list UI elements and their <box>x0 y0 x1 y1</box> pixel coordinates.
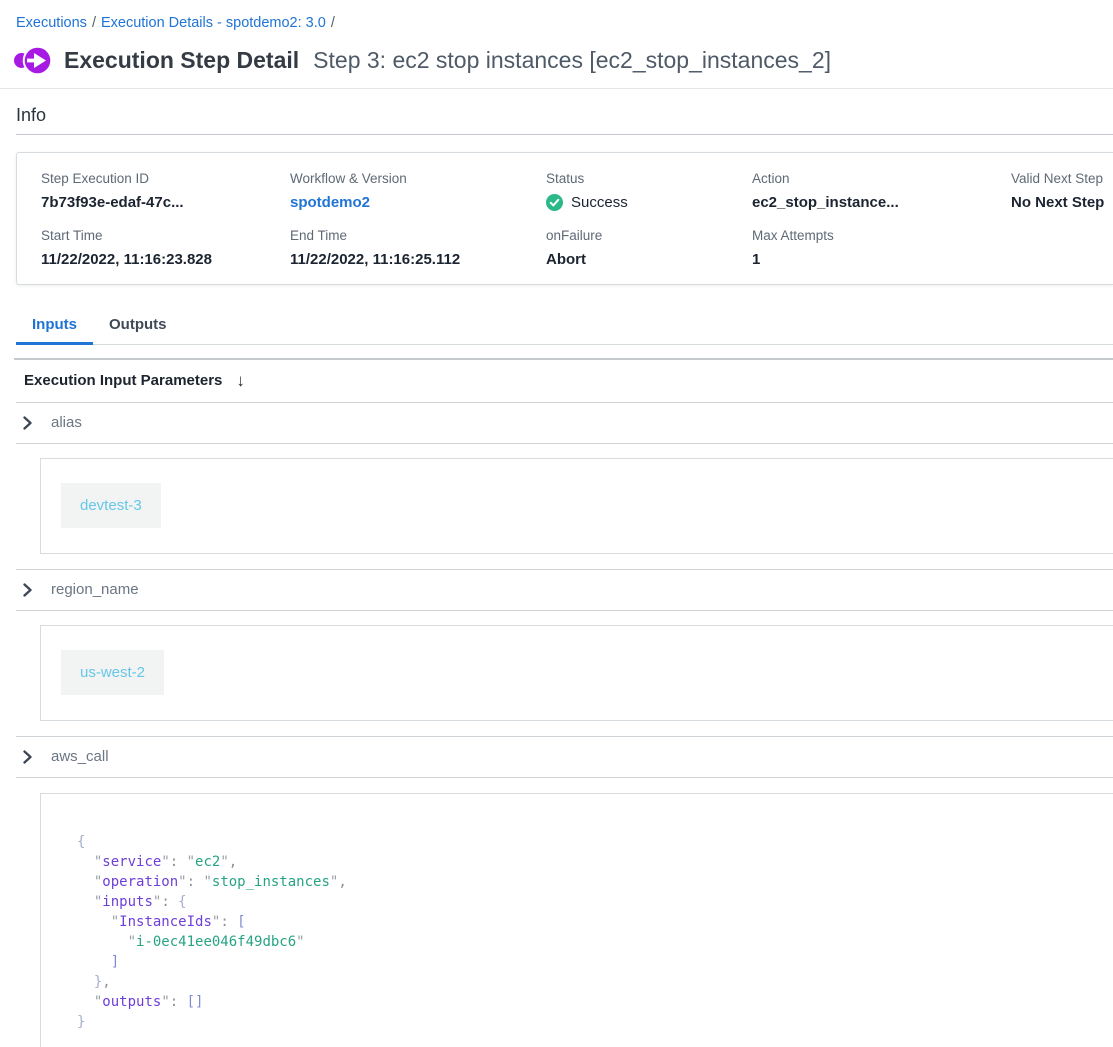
param-header-region-name[interactable]: region_name <box>16 569 1113 611</box>
breadcrumb-link-executions[interactable]: Executions <box>16 15 87 31</box>
field-onfailure: onFailure Abort <box>546 228 752 268</box>
param-label: alias <box>51 414 82 431</box>
param-header-aws-call[interactable]: aws_call <box>16 736 1113 778</box>
execution-input-parameters-header: Execution Input Parameters ↓ <box>16 360 1113 403</box>
param-header-alias[interactable]: alias <box>16 403 1113 444</box>
divider <box>16 134 1113 135</box>
start-time-value: 11/22/2022, 11:16:23.828 <box>41 251 290 268</box>
chevron-right-icon <box>22 583 33 597</box>
field-max-attempts: Max Attempts 1 <box>752 228 1011 268</box>
page-subtitle: Step 3: ec2 stop instances [ec2_stop_ins… <box>313 47 831 74</box>
field-label: Action <box>752 171 1011 186</box>
alias-value-chip[interactable]: devtest-3 <box>61 483 161 528</box>
valid-next-step-value: No Next Step <box>1011 194 1113 211</box>
chevron-right-icon <box>22 416 33 430</box>
max-attempts-value: 1 <box>752 251 1011 268</box>
field-label: Valid Next Step <box>1011 171 1113 186</box>
info-card: Step Execution ID 7b73f93e-edaf-47c... W… <box>16 152 1113 285</box>
field-label: Start Time <box>41 228 290 243</box>
param-value-box: us-west-2 <box>40 625 1113 721</box>
tab-inputs[interactable]: Inputs <box>16 307 93 344</box>
chevron-right-icon <box>22 750 33 764</box>
info-heading: Info <box>16 105 1097 126</box>
page-title: Execution Step Detail <box>64 47 299 74</box>
json-code: { "service": "ec2", "operation": "stop_i… <box>77 832 1113 1032</box>
breadcrumb: Executions/Execution Details - spotdemo2… <box>0 0 1113 31</box>
field-label: Max Attempts <box>752 228 1011 243</box>
workflow-link[interactable]: spotdemo2 <box>290 194 546 211</box>
breadcrumb-separator: / <box>326 15 340 31</box>
param-label: region_name <box>51 581 139 598</box>
field-step-execution-id: Step Execution ID 7b73f93e-edaf-47c... <box>41 171 290 211</box>
field-start-time: Start Time 11/22/2022, 11:16:23.828 <box>41 228 290 268</box>
workflow-logo-icon <box>14 45 52 76</box>
aws-call-code-box: { "service": "ec2", "operation": "stop_i… <box>40 793 1113 1047</box>
field-label: Status <box>546 171 752 186</box>
field-status: Status Success <box>546 171 752 211</box>
param-label: aws_call <box>51 748 109 765</box>
field-workflow-version: Workflow & Version spotdemo2 <box>290 171 546 211</box>
field-label: onFailure <box>546 228 752 243</box>
page-header: Execution Step Detail Step 3: ec2 stop i… <box>0 31 1113 88</box>
step-execution-id-value: 7b73f93e-edaf-47c... <box>41 194 290 211</box>
onfailure-value: Abort <box>546 251 752 268</box>
divider <box>0 88 1113 89</box>
breadcrumb-separator: / <box>87 15 101 31</box>
tab-bar: Inputs Outputs <box>16 307 1113 345</box>
check-circle-icon <box>546 194 563 211</box>
field-label: Step Execution ID <box>41 171 290 186</box>
breadcrumb-link-execution-details[interactable]: Execution Details - spotdemo2: 3.0 <box>101 15 326 31</box>
sort-arrow-down-icon[interactable]: ↓ <box>236 372 245 389</box>
field-label: Workflow & Version <box>290 171 546 186</box>
end-time-value: 11/22/2022, 11:16:25.112 <box>290 251 546 268</box>
field-action: Action ec2_stop_instance... <box>752 171 1011 211</box>
tab-outputs[interactable]: Outputs <box>93 307 183 344</box>
param-value-box: devtest-3 <box>40 458 1113 554</box>
region-name-value-chip[interactable]: us-west-2 <box>61 650 164 695</box>
execution-input-parameters-label: Execution Input Parameters <box>24 372 222 389</box>
action-value: ec2_stop_instance... <box>752 194 1011 211</box>
status-badge: Success <box>571 194 628 211</box>
field-label: End Time <box>290 228 546 243</box>
field-valid-next-step: Valid Next Step No Next Step <box>1011 171 1113 211</box>
field-end-time: End Time 11/22/2022, 11:16:25.112 <box>290 228 546 268</box>
